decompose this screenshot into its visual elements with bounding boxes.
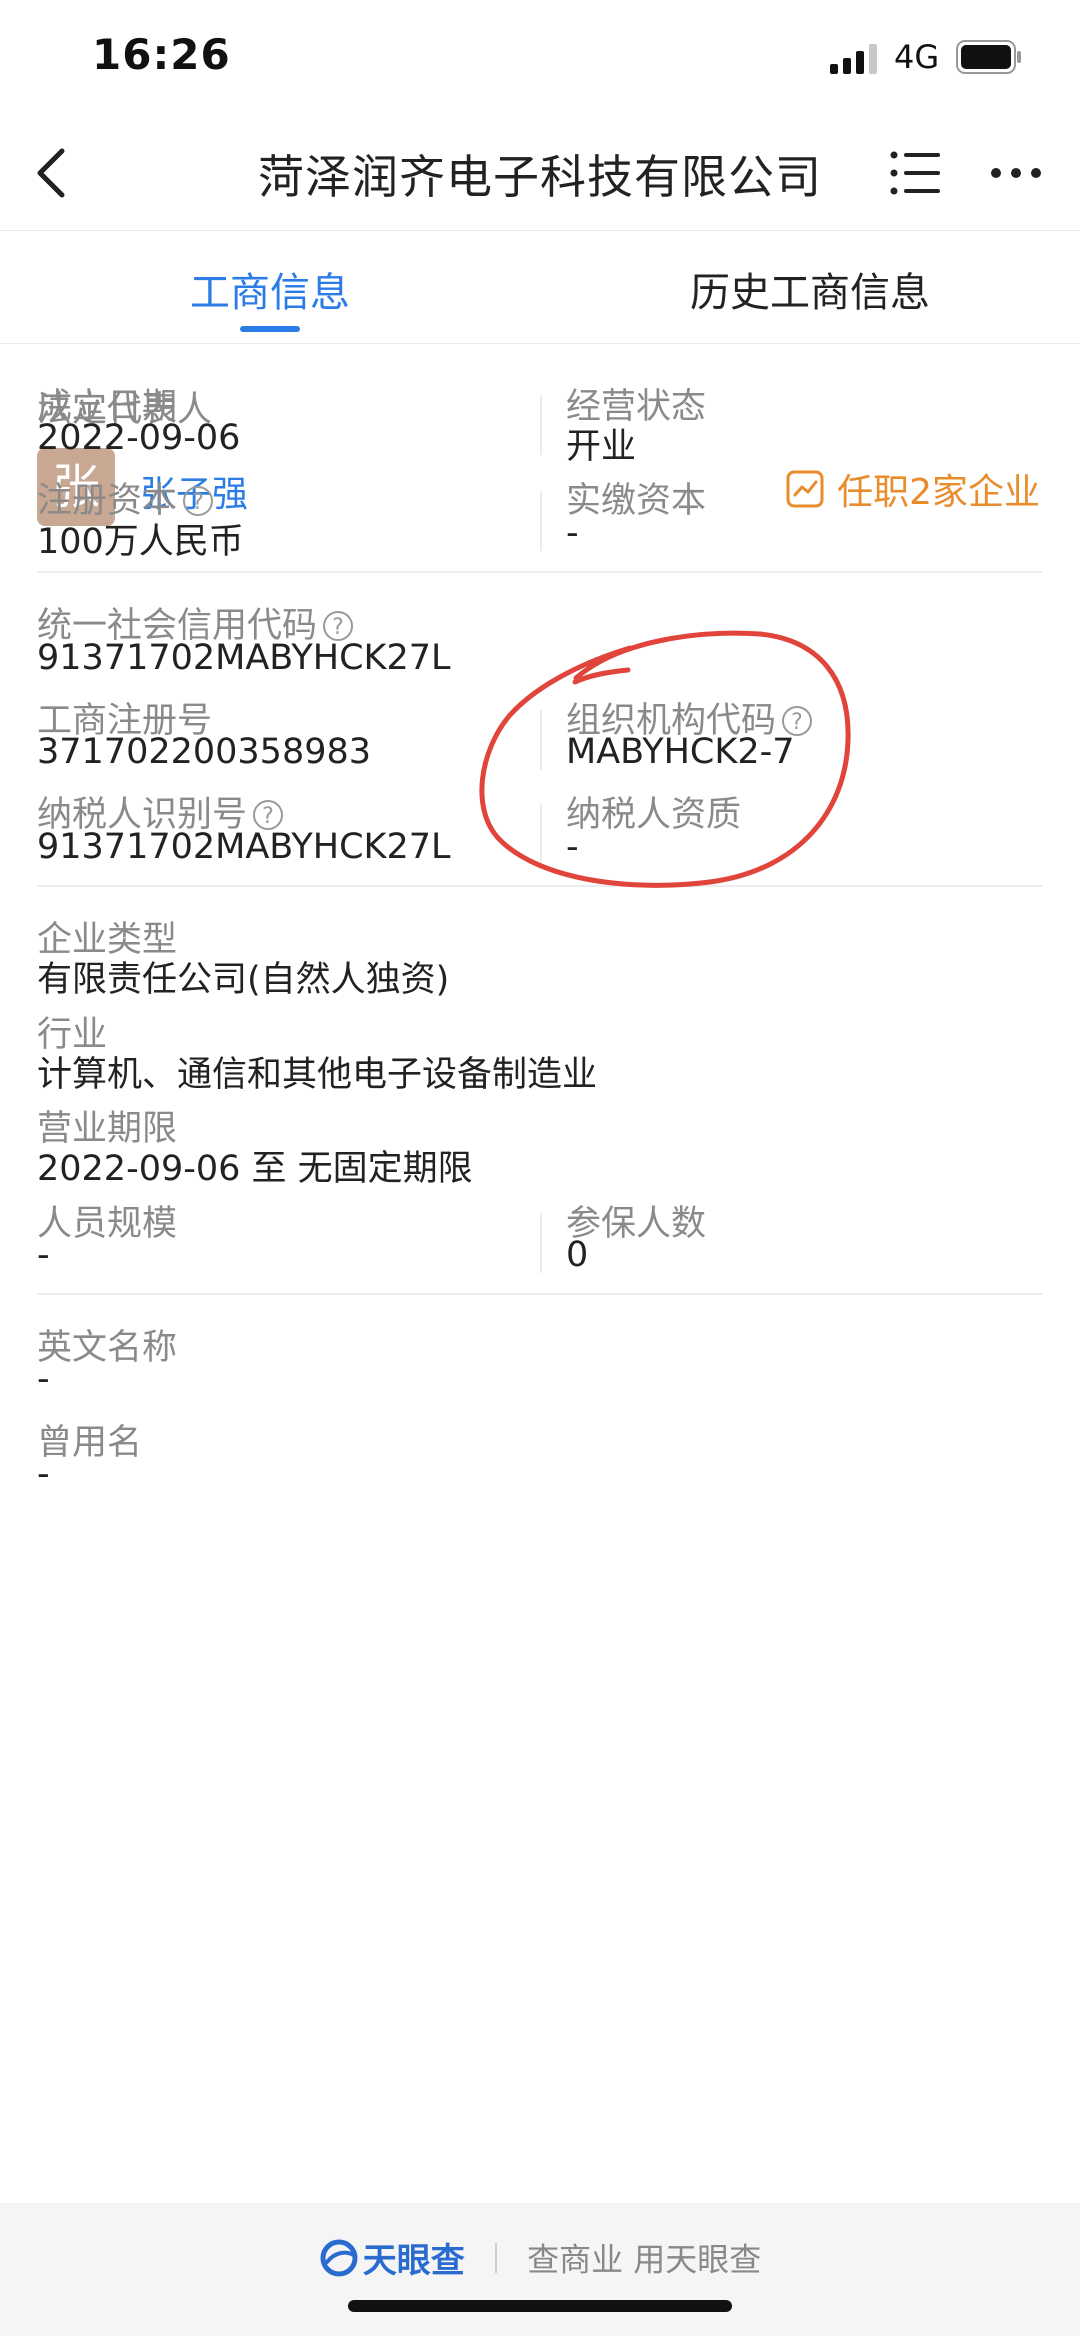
tenure-link[interactable]: 任职2家企业 xyxy=(785,463,1040,515)
staff-size-value: - xyxy=(37,1235,50,1275)
back-arrow-icon[interactable] xyxy=(30,143,74,203)
status-value: 开业 xyxy=(566,427,637,467)
paid-capital-label: 实缴资本 xyxy=(566,481,707,521)
page-title: 菏泽润齐电子科技有限公司 xyxy=(258,150,822,204)
home-indicator[interactable] xyxy=(348,2300,732,2312)
term-value: 2022-09-06 至 无固定期限 xyxy=(37,1149,473,1189)
help-icon[interactable]: ? xyxy=(253,800,284,830)
status-bar: 16:26 4G xyxy=(0,0,1080,115)
reg-no-value[interactable]: 371702200358983 xyxy=(37,732,371,772)
english-name-label: 英文名称 xyxy=(37,1328,178,1368)
tianyancha-logo-icon xyxy=(320,2239,358,2276)
tab-business-info[interactable]: 工商信息 xyxy=(70,260,470,318)
annotation-circle-icon xyxy=(479,630,851,888)
former-name-label: 曾用名 xyxy=(37,1423,143,1463)
footer-slogan: 查商业 用天眼查 xyxy=(527,2240,762,2279)
tab-active-indicator xyxy=(240,326,300,332)
battery-icon xyxy=(956,40,1021,74)
former-name-value: - xyxy=(37,1454,50,1494)
help-icon[interactable]: ? xyxy=(323,611,354,641)
insured-value: 0 xyxy=(566,1235,589,1275)
staff-size-label: 人员规模 xyxy=(37,1204,178,1244)
credit-code-value[interactable]: 91371702MABYHCK27L xyxy=(37,638,451,678)
help-icon[interactable]: ? xyxy=(183,486,214,516)
company-type-value: 有限责任公司(自然人独资) xyxy=(37,960,450,1000)
column-divider xyxy=(540,491,542,551)
list-menu-icon[interactable] xyxy=(890,147,942,199)
footer: 天眼查 查商业 用天眼查 xyxy=(0,2203,1080,2336)
industry-value: 计算机、通信和其他电子设备制造业 xyxy=(37,1055,598,1095)
tab-bar: 工商信息 历史工商信息 xyxy=(0,230,1080,344)
network-type: 4G xyxy=(894,38,940,76)
nav-bar: 菏泽润齐电子科技有限公司 xyxy=(0,115,1080,231)
founded-value: 2022-09-06 xyxy=(37,418,241,458)
brand-name: 天眼查 xyxy=(362,2241,465,2281)
tenure-label: 任职2家企业 xyxy=(837,472,1040,513)
section-divider xyxy=(37,571,1042,573)
signal-icon xyxy=(830,44,877,74)
more-icon[interactable] xyxy=(990,167,1042,179)
reg-capital-value: 100万人民币 xyxy=(37,522,244,562)
footer-separator xyxy=(494,2242,497,2273)
column-divider xyxy=(540,1213,542,1273)
paid-capital-value: - xyxy=(566,513,579,553)
column-divider xyxy=(540,395,542,455)
brand-logo: 天眼查 xyxy=(319,2233,465,2282)
chart-trend-icon xyxy=(786,470,824,508)
tab-history-business-info[interactable]: 历史工商信息 xyxy=(610,260,1010,318)
footer-content: 天眼查 查商业 用天眼查 xyxy=(0,2233,1080,2282)
taxpayer-id-value[interactable]: 91371702MABYHCK27L xyxy=(37,827,451,867)
section-divider xyxy=(37,1293,1042,1295)
status-time: 16:26 xyxy=(92,30,231,79)
english-name-value: - xyxy=(37,1359,50,1399)
